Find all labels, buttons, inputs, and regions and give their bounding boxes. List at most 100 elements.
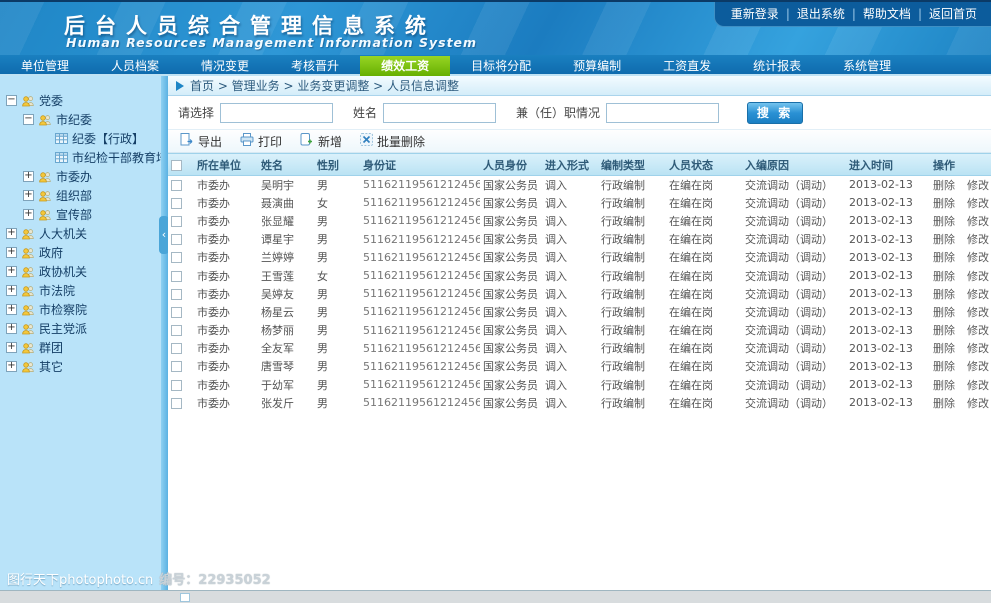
tree-node-11[interactable]: +市检察院 (0, 301, 161, 318)
cell-establishment-type: 行政编制 (598, 266, 666, 284)
plus-toggle-icon[interactable]: + (6, 342, 17, 353)
menu-item-8[interactable]: 统计报表 (732, 56, 822, 77)
delete-link[interactable]: 删除 (933, 215, 955, 228)
row-checkbox[interactable] (171, 216, 182, 227)
plus-toggle-icon[interactable]: + (6, 266, 17, 277)
plus-toggle-icon[interactable]: + (6, 228, 17, 239)
plus-toggle-icon[interactable]: + (6, 285, 17, 296)
tree-node-12[interactable]: +民主党派 (0, 320, 161, 337)
tree-node-6[interactable]: +宣传部 (0, 206, 161, 223)
row-checkbox[interactable] (171, 180, 182, 191)
pagination-checkbox-remnant[interactable] (180, 593, 190, 602)
plus-toggle-icon[interactable]: + (23, 190, 34, 201)
tree-node-1[interactable]: −市纪委 (0, 111, 161, 128)
plus-toggle-icon[interactable]: + (23, 209, 34, 220)
tree-node-2[interactable]: 纪委【行政】 (0, 130, 161, 147)
menu-item-7[interactable]: 工资直发 (642, 56, 732, 77)
edit-link[interactable]: 修改 (967, 379, 989, 392)
tree-node-10[interactable]: +市法院 (0, 282, 161, 299)
search-button[interactable]: 搜 索 (747, 102, 803, 124)
menu-item-6[interactable]: 预算编制 (552, 56, 642, 77)
row-checkbox[interactable] (171, 325, 182, 336)
plus-toggle-icon[interactable]: + (6, 304, 17, 315)
edit-link[interactable]: 修改 (967, 270, 989, 283)
tree-node-9[interactable]: +政协机关 (0, 263, 161, 280)
delete-link[interactable]: 删除 (933, 306, 955, 319)
row-checkbox[interactable] (171, 361, 182, 372)
add-button[interactable]: 新增 (300, 133, 342, 150)
job-filter-input[interactable] (606, 103, 719, 123)
select-filter-input[interactable] (220, 103, 333, 123)
select-all-checkbox[interactable] (171, 160, 182, 171)
edit-link[interactable]: 修改 (967, 324, 989, 337)
logout-link[interactable]: 退出系统 (797, 7, 845, 21)
row-checkbox[interactable] (171, 234, 182, 245)
tree-node-4[interactable]: +市委办 (0, 168, 161, 185)
row-checkbox[interactable] (171, 343, 182, 354)
menu-item-5[interactable]: 目标将分配 (450, 56, 552, 77)
help-doc-link[interactable]: 帮助文档 (863, 7, 911, 21)
tree-node-3[interactable]: 市纪检干部教育培训中心 (0, 149, 161, 166)
cell-name: 吴明宇 (258, 176, 314, 194)
cell-status: 在编在岗 (666, 248, 742, 266)
batch-delete-button[interactable]: 批量删除 (360, 133, 425, 150)
row-checkbox[interactable] (171, 289, 182, 300)
delete-link[interactable]: 删除 (933, 397, 955, 410)
edit-link[interactable]: 修改 (967, 342, 989, 355)
print-button[interactable]: 打印 (240, 133, 282, 150)
delete-link[interactable]: 删除 (933, 179, 955, 192)
edit-link[interactable]: 修改 (967, 288, 989, 301)
menu-item-4-active[interactable]: 绩效工资 (360, 56, 450, 77)
edit-link[interactable]: 修改 (967, 197, 989, 210)
tree-node-13[interactable]: +群团 (0, 339, 161, 356)
plus-toggle-icon[interactable]: + (6, 323, 17, 334)
edit-link[interactable]: 修改 (967, 233, 989, 246)
cell-time: 2013-02-13 (846, 248, 930, 266)
delete-link[interactable]: 删除 (933, 233, 955, 246)
row-checkbox[interactable] (171, 252, 182, 263)
delete-link[interactable]: 删除 (933, 197, 955, 210)
row-checkbox[interactable] (171, 307, 182, 318)
delete-link[interactable]: 删除 (933, 324, 955, 337)
menu-item-3[interactable]: 考核晋升 (270, 56, 360, 77)
menu-item-2[interactable]: 情况变更 (180, 56, 270, 77)
cell-establishment-type: 行政编制 (598, 285, 666, 303)
plus-toggle-icon[interactable]: + (23, 171, 34, 182)
edit-link[interactable]: 修改 (967, 306, 989, 319)
tree-node-7[interactable]: +人大机关 (0, 225, 161, 242)
app-window: 后台人员综合管理信息系统 Human Resources Management … (0, 0, 991, 603)
row-checkbox[interactable] (171, 380, 182, 391)
org-tree: −党委 −市纪委纪委【行政】市纪检干部教育培训中心 +市委办 +组织部 +宣传部 +人大机… (0, 92, 161, 375)
tree-node-0[interactable]: −党委 (0, 92, 161, 109)
tree-node-14[interactable]: +其它 (0, 358, 161, 375)
delete-link[interactable]: 删除 (933, 288, 955, 301)
delete-link[interactable]: 删除 (933, 379, 955, 392)
row-checkbox[interactable] (171, 271, 182, 282)
cell-entry-form: 调入 (542, 230, 598, 248)
edit-link[interactable]: 修改 (967, 251, 989, 264)
edit-link[interactable]: 修改 (967, 179, 989, 192)
delete-link[interactable]: 删除 (933, 360, 955, 373)
delete-link[interactable]: 删除 (933, 251, 955, 264)
menu-item-9[interactable]: 系统管理 (822, 56, 912, 77)
menu-item-0[interactable]: 单位管理 (0, 56, 90, 77)
menu-item-1[interactable]: 人员档案 (90, 56, 180, 77)
row-checkbox[interactable] (171, 198, 182, 209)
tree-node-5[interactable]: +组织部 (0, 187, 161, 204)
minus-toggle-icon[interactable]: − (23, 114, 34, 125)
delete-link[interactable]: 删除 (933, 342, 955, 355)
row-checkbox[interactable] (171, 398, 182, 409)
edit-link[interactable]: 修改 (967, 215, 989, 228)
edit-link[interactable]: 修改 (967, 360, 989, 373)
tree-node-8[interactable]: +政府 (0, 244, 161, 261)
edit-link[interactable]: 修改 (967, 397, 989, 410)
name-filter-input[interactable] (383, 103, 496, 123)
delete-link[interactable]: 删除 (933, 270, 955, 283)
back-home-link[interactable]: 返回首页 (929, 7, 977, 21)
printer-icon (240, 133, 254, 149)
minus-toggle-icon[interactable]: − (6, 95, 17, 106)
plus-toggle-icon[interactable]: + (6, 361, 17, 372)
export-button[interactable]: 导出 (180, 133, 222, 150)
relogin-link[interactable]: 重新登录 (731, 7, 779, 21)
plus-toggle-icon[interactable]: + (6, 247, 17, 258)
